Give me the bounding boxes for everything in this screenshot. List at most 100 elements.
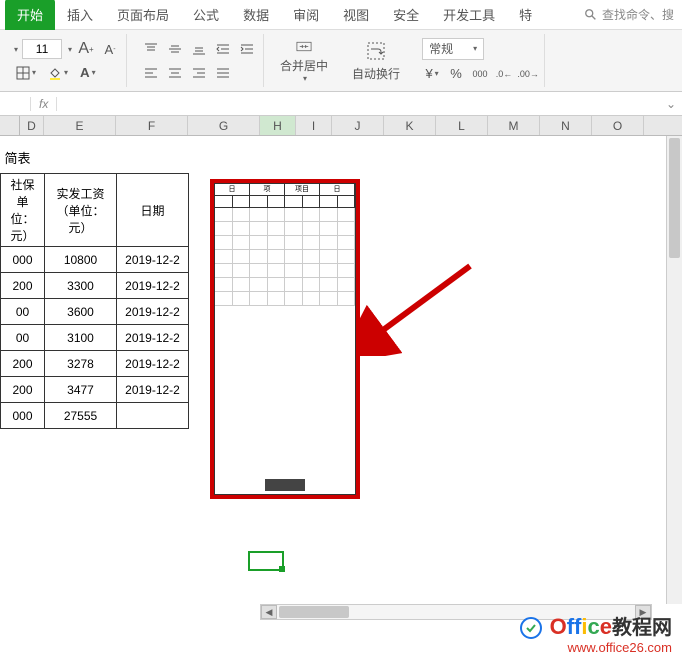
table-row: 20034772019-12-2 xyxy=(1,377,189,403)
table-header[interactable]: 日期 xyxy=(117,174,189,247)
indent-inc-icon xyxy=(240,42,254,56)
tab-page-layout[interactable]: 页面布局 xyxy=(105,0,181,30)
indent-dec-icon xyxy=(216,42,230,56)
number-group: 常规 ▾ ¥▾ % 000 .0← .00→ xyxy=(416,34,545,87)
format-label: 常规 xyxy=(429,40,453,57)
mini-grid xyxy=(215,208,355,476)
align-left-button[interactable] xyxy=(141,63,161,83)
table-row: 20032782019-12-2 xyxy=(1,351,189,377)
embedded-sheet: 日项项目日 xyxy=(214,183,356,495)
col-header-K[interactable]: K xyxy=(384,116,436,135)
formula-bar: fx ⌄ xyxy=(0,92,682,116)
watermark-url: www.office26.com xyxy=(519,640,672,655)
tab-security[interactable]: 安全 xyxy=(381,0,431,30)
fx-label[interactable]: fx xyxy=(30,97,57,111)
justify-button[interactable] xyxy=(213,63,233,83)
font-size-input[interactable] xyxy=(22,39,62,59)
search-box[interactable]: 查找命令、搜 xyxy=(584,6,682,23)
merge-icon xyxy=(292,38,316,55)
alignment-group xyxy=(135,34,264,87)
vertical-scroll-thumb[interactable] xyxy=(669,138,680,258)
align-right-icon xyxy=(192,66,206,80)
col-header-G[interactable]: G xyxy=(188,116,260,135)
align-top-button[interactable] xyxy=(141,39,161,59)
wrap-text-button[interactable]: 自动换行 xyxy=(344,34,408,87)
tab-view[interactable]: 视图 xyxy=(331,0,381,30)
bucket-icon xyxy=(48,66,62,80)
align-top-icon xyxy=(144,42,158,56)
formula-expand-icon[interactable]: ⌄ xyxy=(666,97,682,111)
tab-formulas[interactable]: 公式 xyxy=(181,0,231,30)
table-row: 0031002019-12-2 xyxy=(1,325,189,351)
font-dropdown-icon[interactable]: ▾ xyxy=(14,45,18,54)
horizontal-scroll-thumb[interactable] xyxy=(279,606,349,618)
table-header[interactable]: 社保 单位： 元） xyxy=(1,174,45,247)
comma-button[interactable]: 000 xyxy=(470,64,490,84)
select-all-corner[interactable] xyxy=(0,116,20,135)
col-header-F[interactable]: F xyxy=(116,116,188,135)
border-icon xyxy=(16,66,30,80)
indent-decrease-button[interactable] xyxy=(213,39,233,59)
column-headers: D E F G H I J K L M N O xyxy=(0,116,682,136)
currency-button[interactable]: ¥▾ xyxy=(422,64,442,84)
tab-developer[interactable]: 开发工具 xyxy=(431,0,507,30)
decrease-font-button[interactable]: A- xyxy=(100,39,120,59)
wrap-icon xyxy=(364,39,388,63)
col-header-J[interactable]: J xyxy=(332,116,384,135)
col-header-E[interactable]: E xyxy=(44,116,116,135)
align-bottom-icon xyxy=(192,42,206,56)
table-header[interactable]: 实发工资 （单位： 元） xyxy=(45,174,117,247)
align-bottom-button[interactable] xyxy=(189,39,209,59)
data-table: 简表 社保 单位： 元） 实发工资 （单位： 元） 日期 00010800201… xyxy=(0,146,189,429)
ribbon-toolbar: ▾ ▾ A+ A- ▾ ▾ A ▾ xyxy=(0,30,682,92)
tab-insert[interactable]: 插入 xyxy=(55,0,105,30)
ribbon-tabs: 开始 插入 页面布局 公式 数据 审阅 视图 安全 开发工具 特 查找命令、搜 xyxy=(0,0,682,30)
logo-icon xyxy=(519,616,543,640)
tab-review[interactable]: 审阅 xyxy=(281,0,331,30)
vertical-scrollbar[interactable] xyxy=(666,136,682,604)
mini-dark-block xyxy=(265,479,305,491)
border-button[interactable]: ▾ xyxy=(12,64,40,82)
col-header-D[interactable]: D xyxy=(20,116,44,135)
font-size-dropdown-icon[interactable]: ▾ xyxy=(68,45,72,54)
justify-icon xyxy=(216,66,230,80)
formula-input[interactable] xyxy=(57,92,666,115)
decrease-decimal-button[interactable]: .0← xyxy=(494,64,514,84)
selected-cell[interactable] xyxy=(248,551,284,571)
percent-button[interactable]: % xyxy=(446,64,466,84)
tab-data[interactable]: 数据 xyxy=(231,0,281,30)
table-title: 简表 xyxy=(1,146,189,174)
number-format-dropdown[interactable]: 常规 ▾ xyxy=(422,38,484,60)
col-header-N[interactable]: N xyxy=(540,116,592,135)
col-header-L[interactable]: L xyxy=(436,116,488,135)
table-row: 0036002019-12-2 xyxy=(1,299,189,325)
table-row: 000108002019-12-2 xyxy=(1,247,189,273)
increase-decimal-button[interactable]: .00→ xyxy=(518,64,538,84)
font-color-button[interactable]: A ▾ xyxy=(76,63,100,82)
merge-center-button[interactable]: 合并居中▾ xyxy=(272,34,336,87)
highlighted-floating-object[interactable]: 日项项目日 xyxy=(210,179,360,499)
increase-font-button[interactable]: A+ xyxy=(76,39,96,59)
tab-special[interactable]: 特 xyxy=(507,0,544,30)
watermark: Office教程网 www.office26.com xyxy=(519,611,672,655)
col-header-M[interactable]: M xyxy=(488,116,540,135)
watermark-brand: Office教程网 xyxy=(519,611,672,640)
align-center-button[interactable] xyxy=(165,63,185,83)
col-header-I[interactable]: I xyxy=(296,116,332,135)
align-center-icon xyxy=(168,66,182,80)
table-row: 00027555 xyxy=(1,403,189,429)
align-right-button[interactable] xyxy=(189,63,209,83)
col-header-O[interactable]: O xyxy=(592,116,644,135)
tab-home[interactable]: 开始 xyxy=(5,0,55,30)
search-placeholder: 查找命令、搜 xyxy=(602,6,674,23)
sheet-container: D E F G H I J K L M N O 简表 社保 单位： 元） 实发工… xyxy=(0,116,682,646)
font-group: ▾ ▾ A+ A- ▾ ▾ A ▾ xyxy=(6,34,127,87)
col-header-H[interactable]: H xyxy=(260,116,296,135)
merge-label: 合并居中 xyxy=(280,57,328,74)
fill-color-button[interactable]: ▾ xyxy=(44,64,72,82)
align-middle-button[interactable] xyxy=(165,39,185,59)
indent-increase-button[interactable] xyxy=(237,39,257,59)
scroll-left-button[interactable]: ◀ xyxy=(261,605,277,619)
search-icon xyxy=(584,8,598,22)
sheet-body[interactable]: 简表 社保 单位： 元） 实发工资 （单位： 元） 日期 00010800201… xyxy=(0,136,682,646)
